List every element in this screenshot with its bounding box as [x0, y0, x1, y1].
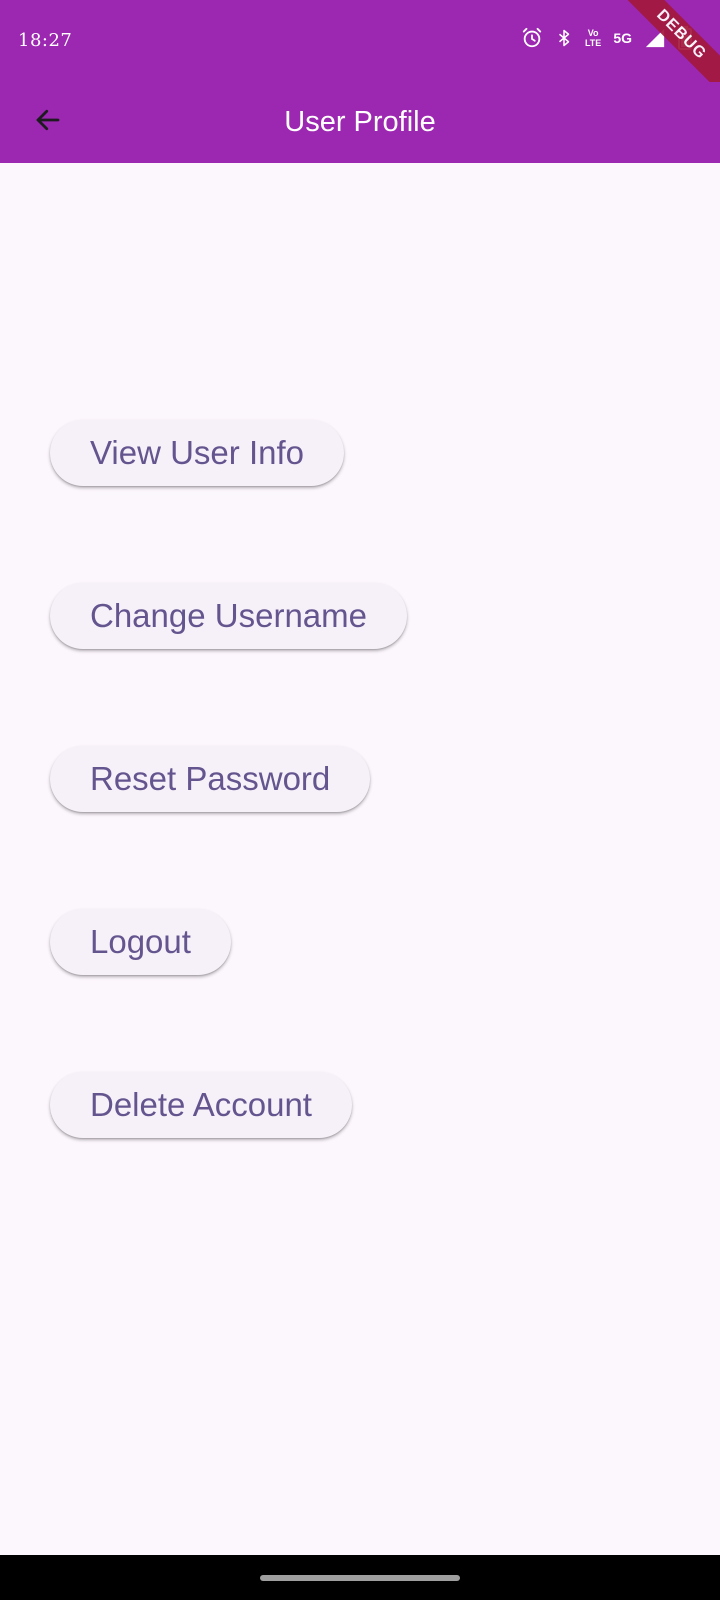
delete-account-button[interactable]: Delete Account	[50, 1072, 352, 1138]
status-time: 18:27	[18, 30, 73, 51]
app-bar: User Profile	[0, 82, 720, 163]
status-bar: 18:27 Vo LTE 5G	[0, 0, 720, 82]
alarm-icon	[521, 27, 543, 49]
change-username-button[interactable]: Change Username	[50, 583, 407, 649]
status-icons: Vo LTE 5G	[521, 26, 692, 50]
volte-icon: Vo LTE	[585, 28, 601, 48]
battery-icon	[678, 26, 692, 50]
page-title: User Profile	[284, 106, 436, 138]
network-type-label: 5G	[613, 30, 632, 46]
arrow-back-icon	[33, 105, 63, 140]
system-nav-bar	[0, 1555, 720, 1600]
signal-strength-icon	[644, 27, 666, 49]
view-user-info-button[interactable]: View User Info	[50, 420, 344, 486]
reset-password-button[interactable]: Reset Password	[50, 746, 371, 812]
bluetooth-icon	[555, 27, 573, 49]
logout-button[interactable]: Logout	[50, 909, 231, 975]
back-button[interactable]	[22, 96, 74, 148]
volte-top-label: Vo	[587, 28, 599, 38]
home-indicator[interactable]	[260, 1575, 460, 1581]
volte-bottom-label: LTE	[584, 38, 602, 48]
